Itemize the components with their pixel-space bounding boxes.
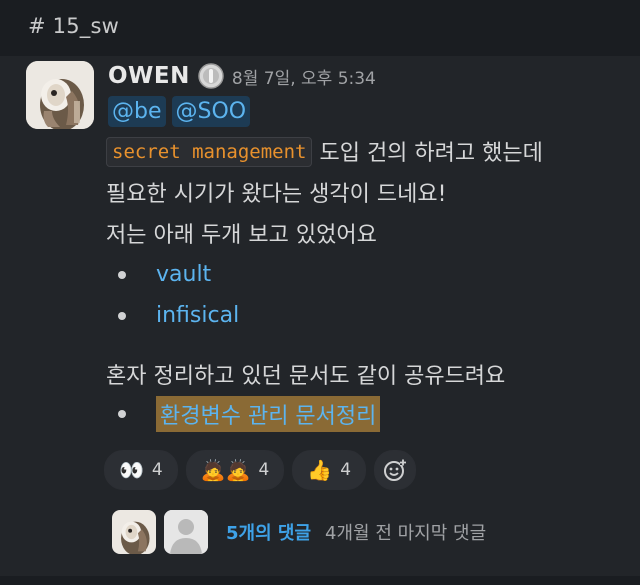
default-user-icon bbox=[164, 510, 208, 554]
badge-icon bbox=[198, 63, 224, 89]
inline-code: secret management bbox=[106, 137, 313, 167]
mention-soo[interactable]: @SOO bbox=[171, 96, 251, 127]
bullet-icon bbox=[118, 410, 126, 418]
message-hover-bg bbox=[0, 56, 640, 576]
mention-list: @be @SOO bbox=[108, 96, 251, 127]
message-text: 도입 건의 하려고 했는데 bbox=[319, 141, 543, 166]
reaction-thumbsup[interactable]: 👍 4 bbox=[292, 450, 367, 490]
thumbs-up-icon: 👍 bbox=[307, 458, 333, 482]
reply-avatar-owen bbox=[112, 510, 156, 554]
owl-avatar-icon bbox=[26, 61, 94, 129]
reaction-bar: 👀 4 🙇🙇 4 👍 4 bbox=[104, 450, 417, 490]
thread-summary[interactable]: 5개의 댓글 4개월 전 마지막 댓글 bbox=[112, 508, 486, 556]
mention-be[interactable]: @be bbox=[108, 96, 166, 127]
bullet-icon bbox=[118, 311, 126, 320]
list-item: infisical bbox=[118, 303, 239, 328]
link-env-doc[interactable]: 환경변수 관리 문서정리 bbox=[156, 396, 381, 432]
reaction-bow[interactable]: 🙇🙇 4 bbox=[185, 450, 285, 490]
last-reply-time: 4개월 전 마지막 댓글 bbox=[325, 523, 487, 544]
add-emoji-icon bbox=[384, 459, 407, 481]
message-timestamp[interactable]: 8월 7일, 오후 5:34 bbox=[232, 64, 376, 89]
message-line-3: 저는 아래 두개 보고 있었어요 bbox=[106, 223, 377, 248]
add-reaction-button[interactable] bbox=[374, 450, 417, 490]
reaction-count: 4 bbox=[258, 460, 270, 480]
link-infisical[interactable]: infisical bbox=[156, 303, 239, 328]
link-vault[interactable]: vault bbox=[156, 262, 211, 287]
eyes-icon: 👀 bbox=[119, 458, 144, 482]
author-name[interactable]: OWEN bbox=[108, 63, 190, 89]
reply-count[interactable]: 5개의 댓글 bbox=[226, 519, 311, 545]
list-item: vault bbox=[118, 262, 211, 287]
avatar[interactable] bbox=[26, 61, 94, 129]
bowing-person-icon: 🙇🙇 bbox=[200, 458, 251, 482]
message-line-1: secret management 도입 건의 하려고 했는데 bbox=[106, 135, 543, 167]
reaction-eyes[interactable]: 👀 4 bbox=[104, 450, 178, 490]
reaction-count: 4 bbox=[340, 460, 352, 480]
reaction-count: 4 bbox=[151, 460, 163, 480]
reply-avatar-default bbox=[164, 510, 208, 554]
channel-title[interactable]: # 15_sw bbox=[28, 14, 119, 38]
message-line-4: 혼자 정리하고 있던 문서도 같이 공유드려요 bbox=[106, 364, 506, 389]
message-header: OWEN 8월 7일, 오후 5:34 bbox=[108, 60, 376, 92]
message-line-2: 필요한 시기가 왔다는 생각이 드네요! bbox=[106, 182, 447, 207]
bullet-icon bbox=[118, 270, 126, 279]
list-item: 환경변수 관리 문서정리 bbox=[118, 396, 381, 432]
owl-avatar-icon bbox=[112, 510, 156, 554]
